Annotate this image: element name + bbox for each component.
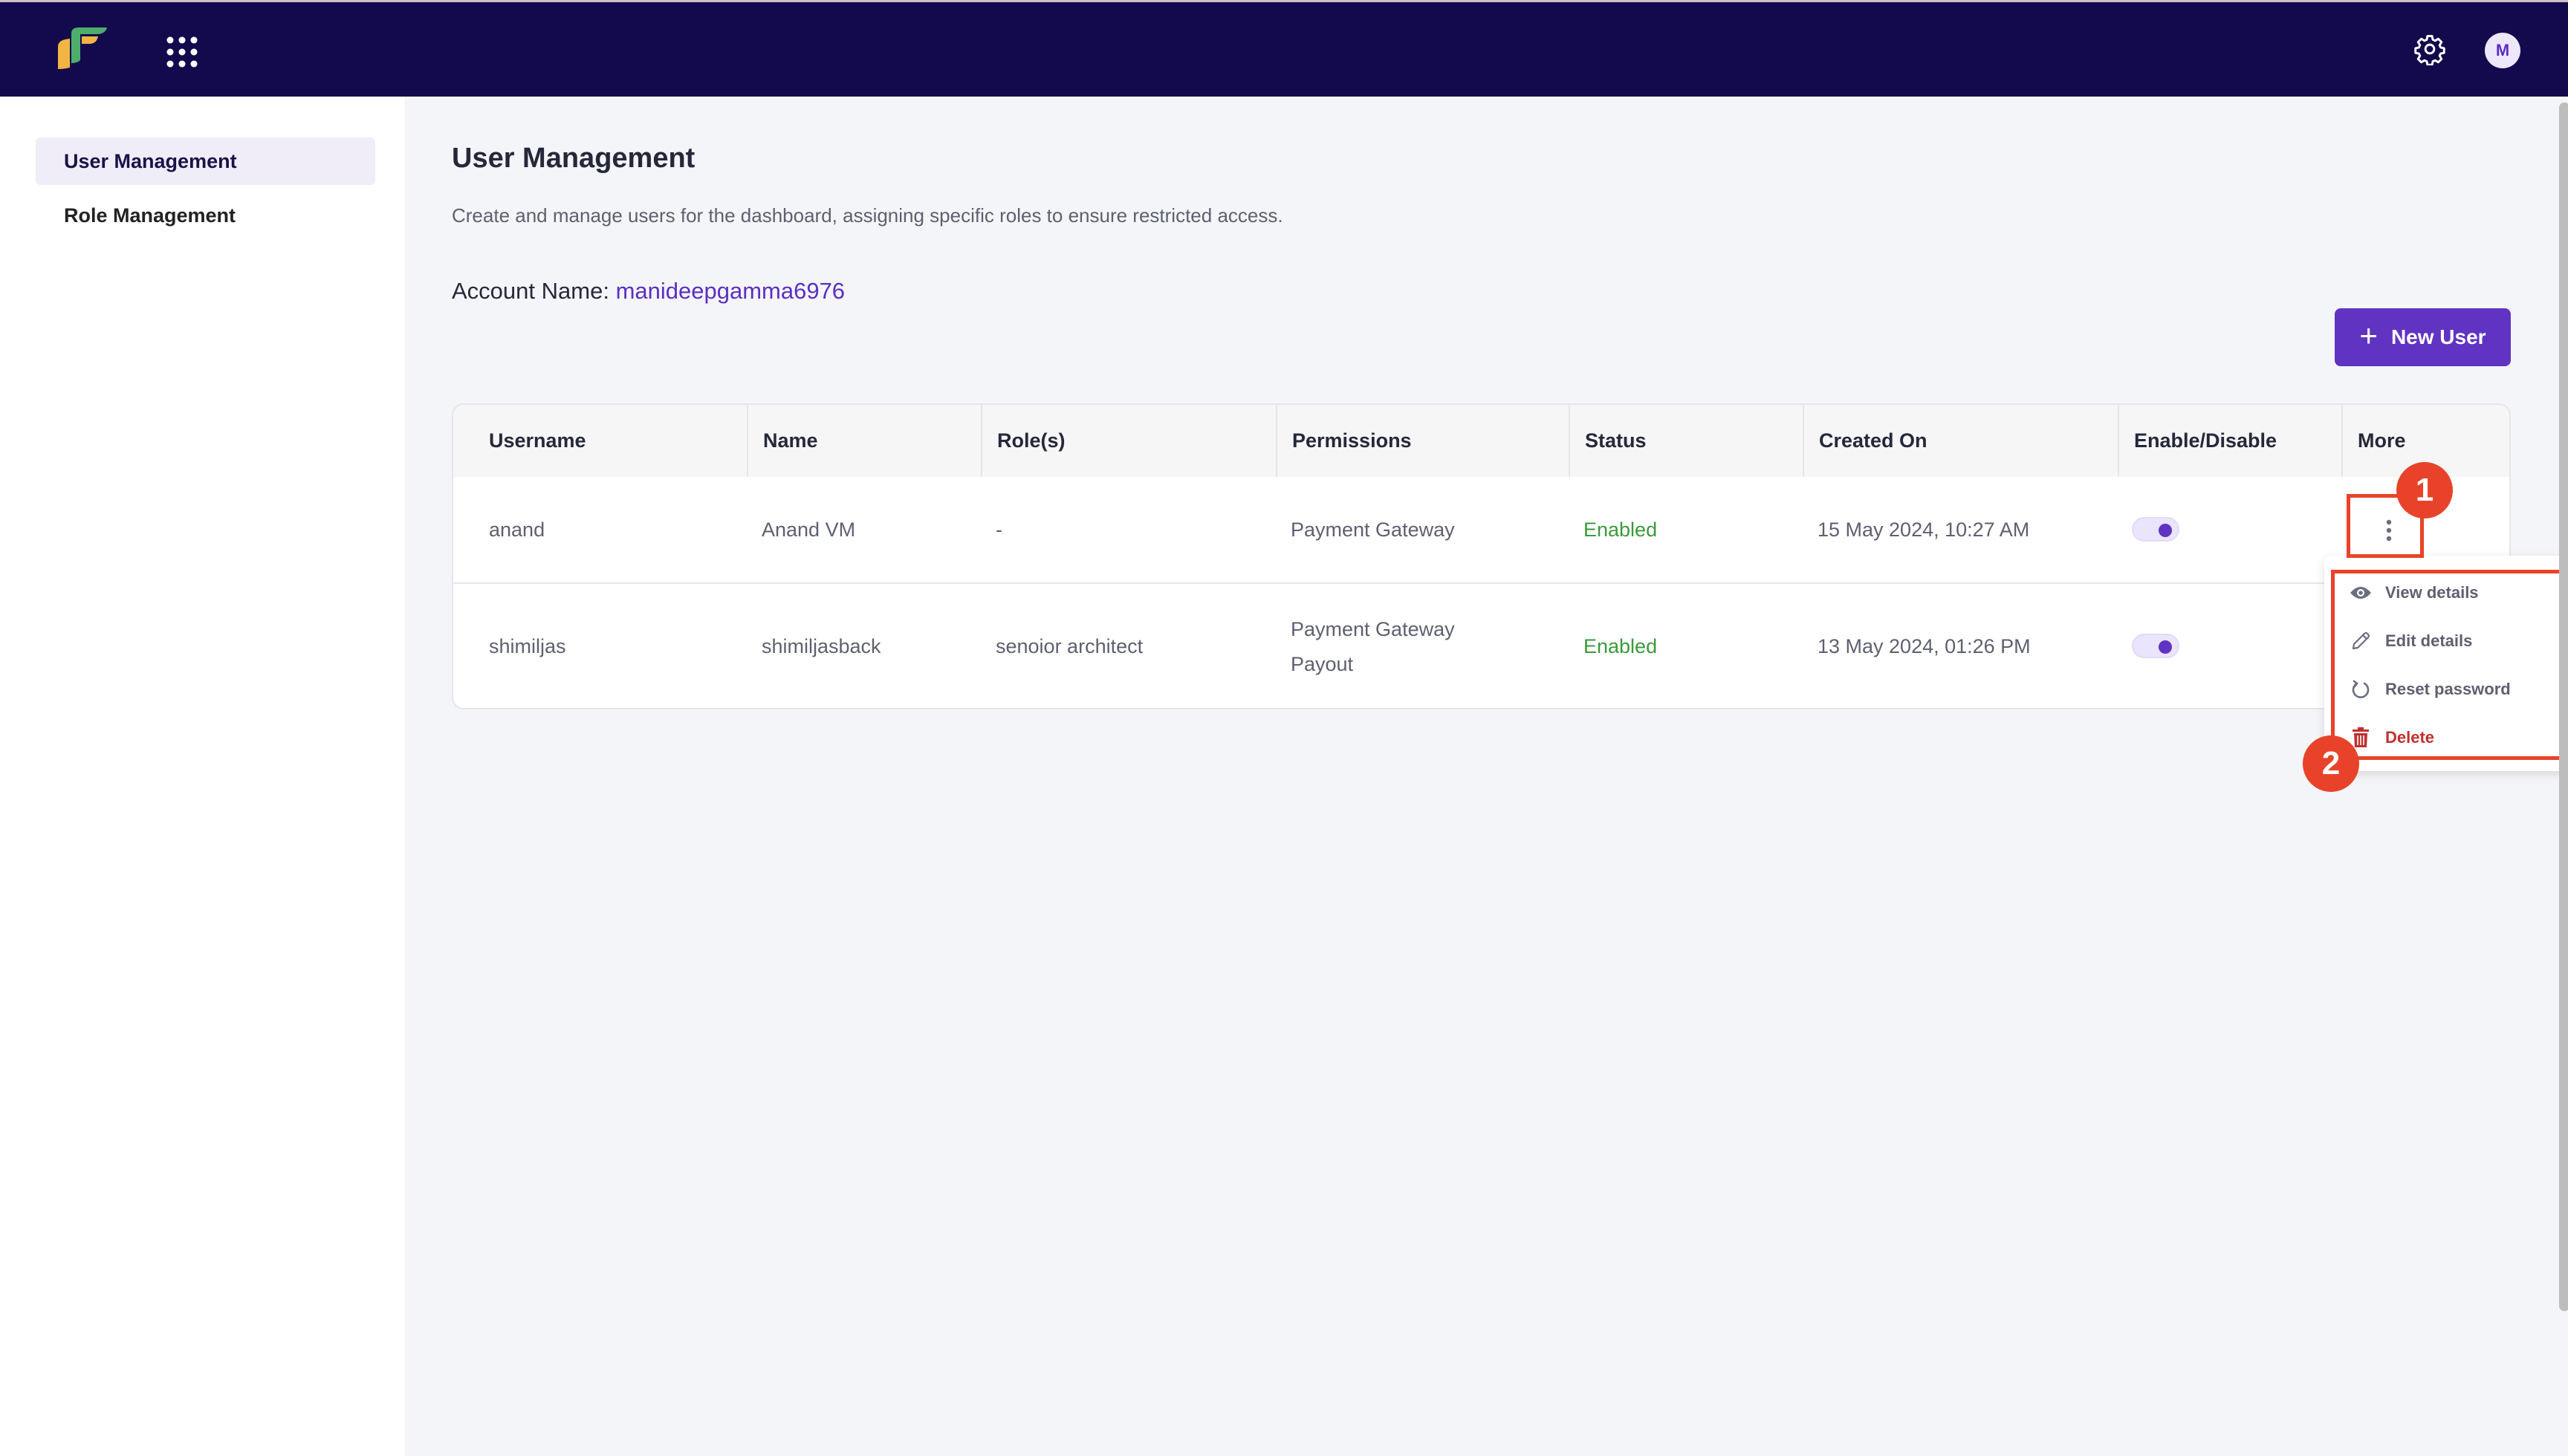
column-header-created-on: Created On [1803,405,2118,477]
column-header-roles: Role(s) [981,405,1276,477]
created-on-text: 15 May 2024, 10:27 AM [1818,518,2030,541]
created-on-text: 13 May 2024, 01:26 PM [1818,635,2031,657]
cell-name: shimiljasback [747,584,981,708]
brand-logo-icon[interactable] [56,26,108,69]
toggle-knob [2159,640,2172,654]
status-badge: Enabled [1583,635,1658,657]
user-avatar[interactable]: M [2485,33,2520,68]
roles-text: - [996,518,1002,541]
username-text: anand [489,518,545,541]
annotation-badge-1: 1 [2396,462,2453,519]
annotation-number: 1 [2415,472,2434,508]
cell-permissions: Payment Gateway Payout [1276,584,1569,708]
column-header-username: Username [489,429,586,452]
name-text: Anand VM [762,518,856,541]
column-header-permissions: Permissions [1276,405,1569,477]
name-text: shimiljasback [762,635,881,657]
roles-text: senoior architect [996,635,1144,657]
cell-username: shimiljas [453,584,747,708]
cell-status: Enabled [1569,584,1803,708]
cell-roles: - [981,477,1276,582]
page-title: User Management [452,143,696,174]
cell-created-on: 15 May 2024, 10:27 AM [1803,477,2118,582]
settings-gear-icon[interactable] [2413,33,2446,66]
annotation-box-2 [2331,570,2564,760]
cell-roles: senoior architect [981,584,1276,708]
table-row: anand Anand VM - Payment Gateway Enabled… [453,477,2509,584]
enable-toggle[interactable] [2132,634,2179,658]
account-name-value: manideepgamma6976 [615,278,846,304]
account-name: Account Name: manideepgamma6976 [452,278,845,305]
sidebar: User Management Role Management [0,97,405,1456]
apps-grid-icon[interactable] [166,36,198,68]
enable-toggle[interactable] [2132,517,2179,542]
cell-name: Anand VM [747,477,981,582]
username-text: shimiljas [489,635,566,657]
status-badge: Enabled [1583,518,1658,541]
cell-status: Enabled [1569,477,1803,582]
cell-permissions: Payment Gateway [1276,477,1569,582]
column-header-name: Name [747,405,981,477]
permission-text: Payment Gateway [1291,617,1455,640]
account-name-label: Account Name: [452,278,609,304]
sidebar-item-user-management[interactable]: User Management [36,137,375,185]
sidebar-item-label: Role Management [64,204,236,227]
sidebar-item-label: User Management [64,149,237,172]
annotation-badge-2: 2 [2303,735,2359,792]
column-header-enable-disable: Enable/Disable [2118,405,2341,477]
permission-text: Payment Gateway [1291,518,1455,541]
users-table: Username Name Role(s) Permissions Status… [452,403,2511,709]
permission-text: Payout [1291,652,1354,675]
avatar-initial: M [2495,41,2510,59]
table-header: Username Name Role(s) Permissions Status… [453,405,2509,477]
cell-created-on: 13 May 2024, 01:26 PM [1803,584,2118,708]
cell-username: anand [453,477,747,582]
scrollbar-thumb[interactable] [2559,103,2568,1311]
plus-icon: + [2359,318,2378,353]
page-description: Create and manage users for the dashboar… [452,204,1283,227]
toggle-knob [2159,524,2172,537]
new-user-label: New User [2390,325,2486,348]
table-row: shimiljas shimiljasback senoior architec… [453,584,2509,708]
sidebar-item-role-management[interactable]: Role Management [36,192,375,239]
top-navigation-bar: M [0,0,2568,97]
annotation-number: 2 [2321,745,2341,781]
column-header-status: Status [1569,405,1803,477]
new-user-button[interactable]: + New User [2335,308,2511,366]
